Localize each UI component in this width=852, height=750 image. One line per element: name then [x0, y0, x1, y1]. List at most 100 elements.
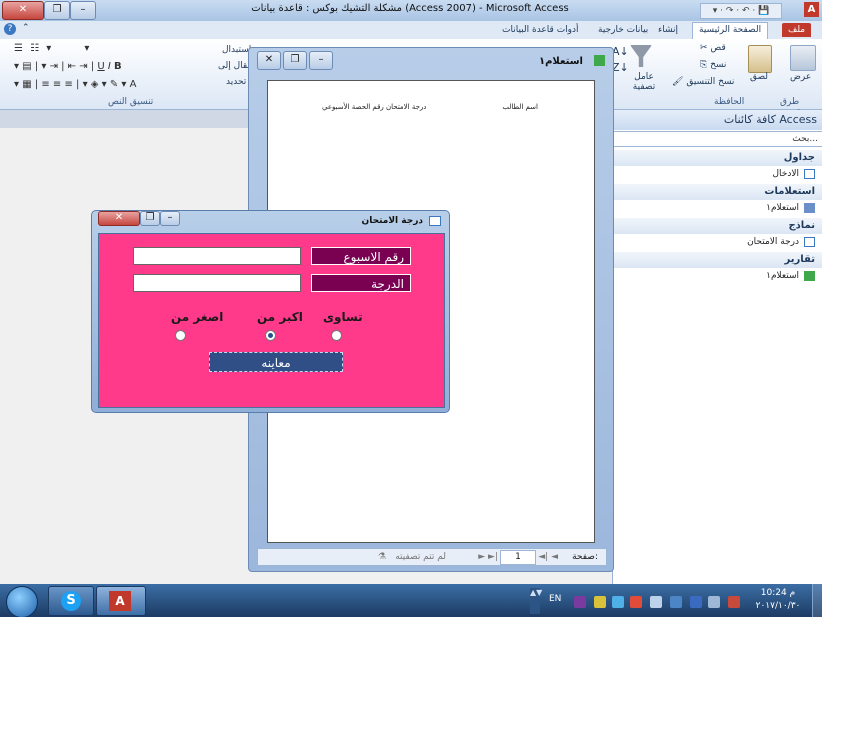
taskbar-skype-button[interactable]: S	[48, 586, 94, 616]
clock-time[interactable]: 10:24 م	[752, 588, 804, 598]
list-format-buttons[interactable]: ☰ ☷ ▾ ▾	[14, 43, 214, 59]
nav-item-form-exam-grade[interactable]: درجة الامتحان	[613, 234, 822, 250]
report-close-button[interactable]: ✕	[257, 51, 281, 70]
tab-database-tools[interactable]: أدوات قاعدة البيانات	[496, 23, 585, 37]
form-minimize-button[interactable]: –	[160, 211, 180, 226]
clipboard-group-label: الحافظة	[714, 97, 745, 107]
notification-tray-icon[interactable]	[594, 596, 606, 608]
close-window-button[interactable]: ✕	[2, 1, 44, 20]
week-number-label: رقم الاسبوع	[311, 247, 411, 265]
week-number-input[interactable]	[133, 247, 301, 265]
show-desktop-button[interactable]	[812, 584, 822, 617]
paste-button-label[interactable]: لصق	[750, 72, 768, 82]
format-painter-label: نسخ التنسيق	[686, 77, 735, 87]
nav-pane-header[interactable]: كافة كائنات Access	[613, 110, 822, 130]
page-nav-next-buttons[interactable]: ► ►|	[478, 549, 498, 565]
nav-section-queries[interactable]: استعلامات	[613, 184, 822, 200]
sort-ascending-icon[interactable]: A↓	[612, 45, 629, 58]
nav-section-tables[interactable]: جداول	[613, 150, 822, 166]
view-button-label[interactable]: عرض	[790, 72, 811, 82]
nav-item-label: استعلام١	[766, 271, 799, 281]
option-less-label: اصغر من	[171, 310, 224, 324]
column-header-exam-grade: درجة الامتحان رقم الحصة الأسبوعي	[322, 103, 427, 111]
nav-search-input[interactable]: بحث...	[613, 131, 822, 147]
nav-section-reports[interactable]: تقارير	[613, 252, 822, 268]
tab-file[interactable]: ملف	[782, 23, 812, 37]
volume-tray-icon[interactable]	[650, 596, 662, 608]
query-icon	[804, 203, 815, 213]
quick-access-toolbar[interactable]: ▾ · ↷ · ↶ · 💾	[700, 3, 782, 19]
title-bar: ✕ ❐ – مشكلة التشيك بوكس : قاعدة بيانات (…	[0, 0, 822, 21]
tab-home[interactable]: الصفحة الرئيسية	[692, 22, 769, 40]
option-equal-radio[interactable]	[331, 330, 342, 341]
column-header-student-name: اسم الطالب	[502, 103, 538, 111]
grade-input[interactable]	[133, 274, 301, 292]
paste-icon[interactable]	[748, 45, 772, 73]
replace-label[interactable]: استبدال	[222, 45, 251, 55]
help-icon[interactable]: ?	[4, 23, 16, 35]
nav-item-table-input[interactable]: الادخال	[613, 166, 822, 182]
skype-icon: S	[61, 591, 81, 611]
action-center-tray-icon[interactable]	[728, 596, 740, 608]
view-icon[interactable]	[790, 45, 816, 71]
form-restore-button[interactable]: ❐	[140, 211, 160, 226]
report-window-title: استعلام١	[538, 56, 583, 67]
format-painter-button[interactable]: 🖌 نسخ التنسيق	[672, 77, 734, 87]
display-tray-icon[interactable]	[670, 596, 682, 608]
grade-label: الدرجة	[311, 274, 411, 292]
form-body: رقم الاسبوع الدرجة تساوى اكبر من اصغر من…	[98, 233, 445, 408]
scissors-icon: ✂	[700, 43, 708, 53]
cut-label: قص	[710, 43, 726, 53]
clock-date[interactable]: ٢٠١٧/١٠/٣٠	[752, 601, 804, 611]
nav-section-forms[interactable]: نماذج	[613, 218, 822, 234]
language-indicator[interactable]: EN	[549, 594, 561, 604]
nav-item-label: استعلام١	[766, 203, 799, 213]
option-less-radio[interactable]	[175, 330, 186, 341]
brush-icon: 🖌	[672, 77, 684, 87]
page-number-input[interactable]: 1	[500, 550, 536, 565]
shield-tray-icon[interactable]	[690, 596, 702, 608]
report-restore-button[interactable]: ❐	[283, 51, 307, 70]
antivirus-tray-icon[interactable]	[630, 596, 642, 608]
network-tray-icon[interactable]	[612, 596, 624, 608]
table-icon	[804, 169, 815, 179]
access-icon: A	[109, 591, 131, 611]
tab-create[interactable]: إنشاء	[652, 23, 684, 37]
nav-item-label: درجة الامتحان	[747, 237, 799, 247]
record-navigation-bar: صفحة: ◄| ◄ 1 ► ►| لم تتم تصفيته ⚗	[257, 548, 607, 566]
access-window: ✕ ❐ – مشكلة التشيك بوكس : قاعدة بيانات (…	[0, 0, 822, 617]
copy-icon: ⎘	[700, 60, 708, 70]
page-nav-buttons[interactable]: ◄| ◄	[538, 549, 558, 565]
option-greater-radio[interactable]	[265, 330, 276, 341]
form-icon	[429, 216, 441, 226]
report-icon	[804, 271, 815, 281]
copy-button[interactable]: ⎘ نسخ	[700, 60, 726, 70]
alignment-buttons[interactable]: ▾ ▦ | ≡ ≡ ≡ | ▾ ◈ ▾ ✎ ▾ A	[14, 79, 214, 95]
filter-icon[interactable]	[630, 45, 652, 67]
preview-button[interactable]: معاينه	[209, 352, 343, 372]
tab-external-data[interactable]: بيانات خارجية	[592, 23, 654, 37]
onenote-tray-icon[interactable]	[574, 596, 586, 608]
window-title: مشكلة التشيك بوكس : قاعدة بيانات (Access…	[251, 3, 569, 14]
power-tray-icon[interactable]	[708, 596, 720, 608]
select-label[interactable]: تحديد	[226, 77, 246, 87]
filter-button-label[interactable]: عامل تصفية	[630, 72, 658, 92]
sort-descending-icon[interactable]: Z↓	[612, 61, 629, 74]
paragraph-format-buttons[interactable]: ▾ ▤ | ▾ ⇥ | ⇤ ⇥ | U I B	[14, 61, 214, 77]
restore-window-button[interactable]: ❐	[44, 1, 70, 20]
form-window-title: درجة الامتحان	[361, 216, 423, 226]
access-app-icon[interactable]: A	[804, 2, 819, 17]
tray-expand-icon[interactable]: ▲▼	[530, 588, 542, 614]
minimize-window-button[interactable]: –	[70, 1, 96, 20]
cut-button[interactable]: ✂ قص	[700, 43, 726, 53]
form-close-button[interactable]: ✕	[98, 211, 140, 226]
start-button-icon[interactable]	[6, 586, 38, 617]
nav-item-report-query-1[interactable]: استعلام١	[613, 268, 822, 284]
collapse-ribbon-icon[interactable]: ⌃	[22, 23, 30, 33]
taskbar-access-button[interactable]: A	[96, 586, 146, 616]
nav-item-query-1[interactable]: استعلام١	[613, 200, 822, 216]
nav-item-label: الادخال	[772, 169, 800, 179]
option-greater-label: اكبر من	[257, 310, 303, 324]
text-format-group-label: تنسيق النص	[108, 97, 154, 107]
report-minimize-button[interactable]: –	[309, 51, 333, 70]
